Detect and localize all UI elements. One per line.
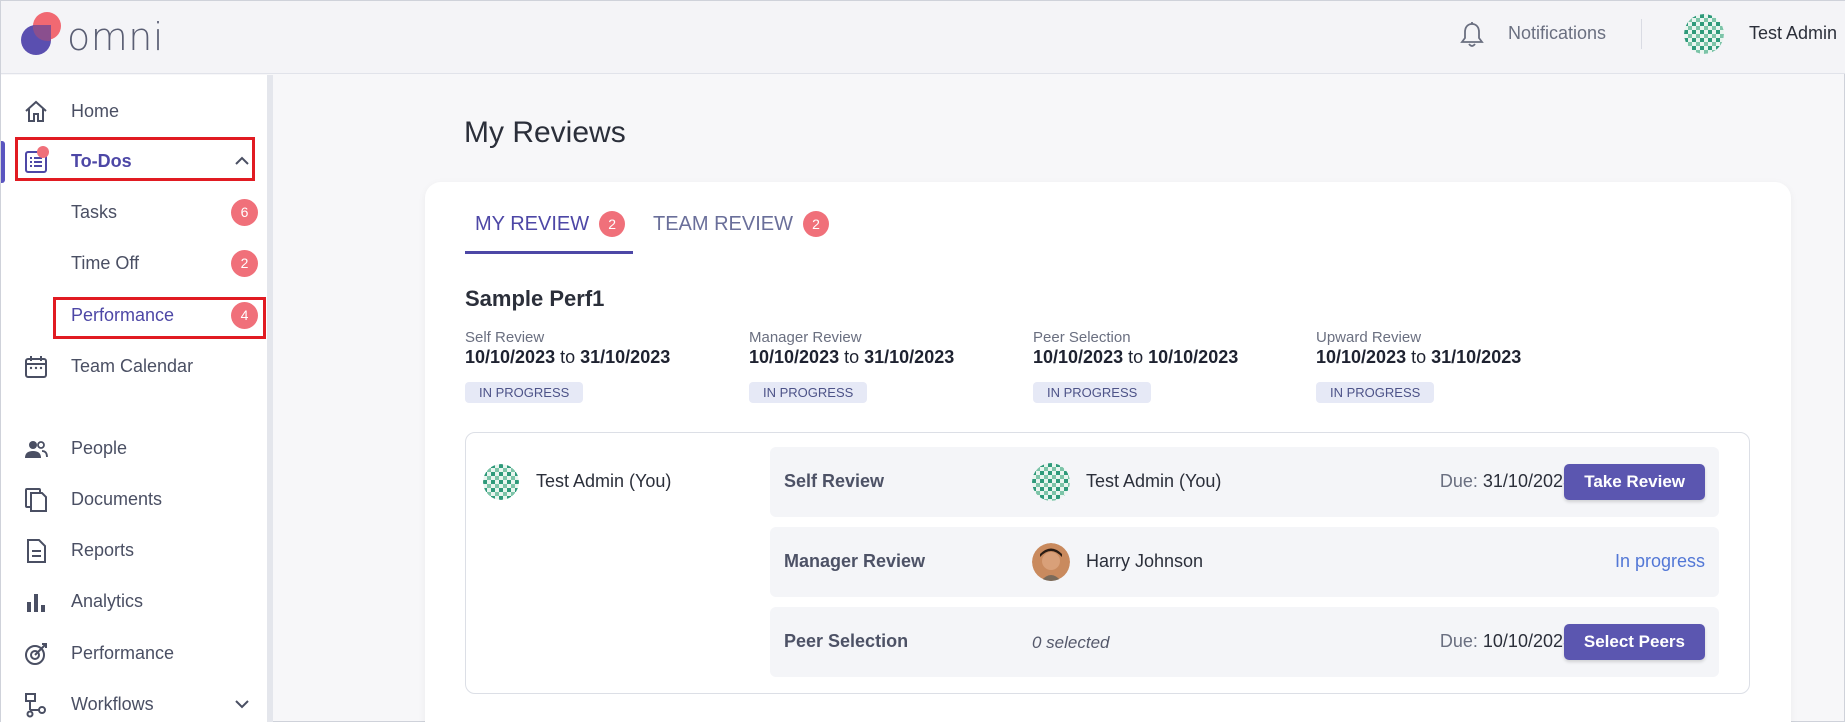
review-status-link[interactable]: In progress	[1615, 551, 1705, 572]
bell-icon[interactable]	[1459, 21, 1485, 49]
peers-selected-count: 0 selected	[1032, 633, 1110, 652]
phase-self-review: Self Review 10/10/2023 to 31/10/2023 IN …	[465, 329, 725, 403]
home-icon	[23, 99, 49, 125]
phase-dates: 10/10/2023 to 31/10/2023	[1316, 347, 1522, 367]
avatar[interactable]	[1684, 14, 1724, 54]
notifications-link[interactable]: Notifications	[1508, 23, 1606, 44]
status-badge: IN PROGRESS	[465, 382, 584, 403]
workflow-icon	[23, 692, 49, 718]
tab-my-review[interactable]: MY REVIEW 2	[475, 211, 626, 237]
chevron-down-icon[interactable]	[234, 696, 250, 717]
bar-chart-icon	[23, 589, 49, 615]
divider	[1641, 19, 1642, 49]
phase-label: Manager Review	[749, 329, 862, 346]
tab-label: TEAM REVIEW	[653, 212, 794, 235]
tab-team-review[interactable]: TEAM REVIEW 2	[653, 211, 830, 237]
phase-dates: 10/10/2023 to 10/10/2023	[1033, 347, 1239, 367]
review-row-self: Self Review Test Admin (You) Due: 31/10/…	[770, 447, 1719, 517]
highlight-box	[53, 297, 266, 339]
sidebar-subitem-label: Time Off	[71, 253, 140, 273]
active-tab-underline	[465, 251, 633, 254]
phase-manager-review: Manager Review 10/10/2023 to 31/10/2023 …	[749, 329, 1009, 403]
sidebar: Home To-Dos Tasks 6 Time Off 2 Performan…	[1, 75, 273, 722]
sidebar-item-documents[interactable]: Documents	[1, 479, 267, 519]
review-cycle-name: Sample Perf1	[465, 286, 605, 311]
documents-icon	[23, 487, 49, 513]
reviewee-name: Test Admin (You)	[536, 471, 672, 491]
sidebar-item-home[interactable]: Home	[1, 91, 267, 131]
sidebar-item-label: Documents	[71, 489, 163, 509]
sidebar-item-people[interactable]: People	[1, 428, 267, 468]
omni-logo[interactable]: omni	[19, 11, 179, 63]
review-row-manager: Manager Review Harry Johnson In progress	[770, 527, 1719, 597]
count-badge: 2	[599, 211, 626, 237]
review-type: Peer Selection	[784, 631, 909, 651]
sidebar-subitem-time-off[interactable]: Time Off 2	[1, 243, 267, 283]
phase-dates: 10/10/2023 to 31/10/2023	[749, 347, 955, 367]
report-icon	[23, 538, 49, 564]
phase-peer-selection: Peer Selection 10/10/2023 to 10/10/2023 …	[1033, 329, 1293, 403]
phase-label: Self Review	[465, 329, 545, 346]
reviewer-name: Test Admin (You)	[1086, 471, 1222, 491]
sidebar-item-label: Workflows	[71, 694, 154, 714]
calendar-icon	[23, 354, 49, 380]
status-badge: IN PROGRESS	[749, 382, 868, 403]
sidebar-subitem-label: Tasks	[71, 202, 118, 222]
review-row-peer-selection: Peer Selection 0 selected Due: 10/10/202…	[770, 607, 1719, 677]
sidebar-item-workflows[interactable]: Workflows	[1, 684, 267, 722]
status-badge: IN PROGRESS	[1316, 382, 1435, 403]
phase-dates: 10/10/2023 to 31/10/2023	[465, 347, 671, 367]
avatar	[1032, 463, 1070, 501]
sidebar-item-performance[interactable]: Performance	[1, 633, 267, 673]
brand-name: omni	[67, 15, 164, 59]
people-icon	[23, 436, 49, 462]
due-date: Due: 10/10/2023	[1439, 631, 1573, 651]
status-badge: IN PROGRESS	[1033, 382, 1152, 403]
count-badge: 6	[231, 199, 258, 226]
sidebar-item-label: Home	[71, 101, 120, 121]
review-type: Self Review	[784, 471, 885, 491]
tab-label: MY REVIEW	[475, 212, 590, 235]
highlight-box	[15, 137, 255, 181]
reviewer-name: Harry Johnson	[1086, 551, 1204, 571]
avatar	[1032, 543, 1070, 581]
top-bar: omni Notifications Test Admin	[1, 1, 1845, 74]
avatar	[483, 464, 519, 500]
sidebar-item-label: Reports	[71, 540, 135, 560]
sidebar-subitem-tasks[interactable]: Tasks 6	[1, 192, 267, 232]
user-menu-name[interactable]: Test Admin	[1749, 23, 1837, 44]
sidebar-item-label: People	[71, 438, 128, 458]
due-date: Due: 31/10/2023	[1439, 471, 1573, 491]
take-review-button[interactable]: Take Review	[1564, 464, 1705, 500]
sidebar-item-team-calendar[interactable]: Team Calendar	[1, 346, 267, 386]
phase-upward-review: Upward Review 10/10/2023 to 31/10/2023 I…	[1316, 329, 1576, 403]
sidebar-item-label: Performance	[71, 643, 175, 663]
sidebar-item-reports[interactable]: Reports	[1, 530, 267, 570]
count-badge: 2	[231, 250, 258, 277]
performance-icon	[23, 641, 49, 667]
count-badge: 2	[803, 211, 830, 237]
sidebar-item-analytics[interactable]: Analytics	[1, 581, 267, 621]
select-peers-button[interactable]: Select Peers	[1563, 624, 1705, 660]
review-type: Manager Review	[784, 551, 926, 571]
sidebar-item-label: Analytics	[71, 591, 144, 611]
sidebar-item-label: Team Calendar	[71, 356, 194, 376]
phase-label: Upward Review	[1316, 329, 1422, 346]
page-title: My Reviews	[464, 116, 626, 149]
phase-label: Peer Selection	[1033, 329, 1131, 346]
